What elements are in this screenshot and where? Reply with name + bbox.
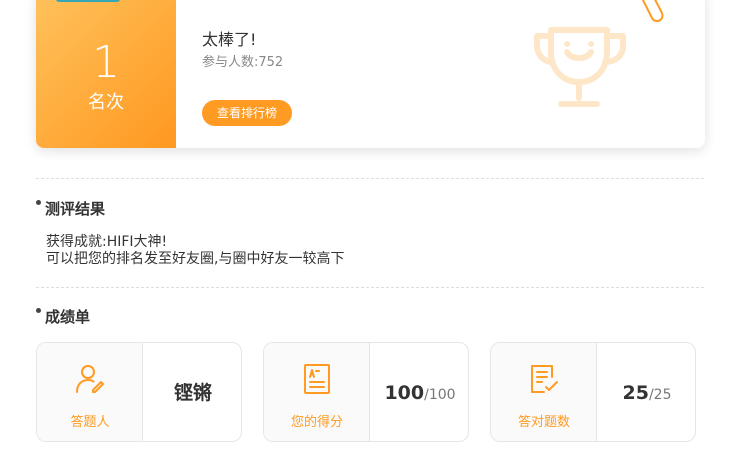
stat-card-right: 铿锵 xyxy=(143,343,241,441)
stat-max: /25 xyxy=(648,387,672,403)
report-section-title: 成绩单 xyxy=(36,306,90,327)
stat-card-left: 答题人 xyxy=(37,343,143,441)
stat-label: 您的得分 xyxy=(290,415,343,430)
score-sheet-icon xyxy=(304,364,330,394)
divider xyxy=(36,287,704,288)
rank-number: 1 xyxy=(92,37,120,88)
rank-tab xyxy=(56,0,120,2)
stat-label: 答对题数 xyxy=(517,415,570,430)
achievement-line: 获得成就:HIFI大神! xyxy=(46,234,168,250)
participants-label: 参与人数: xyxy=(202,55,259,70)
stat-max: /100 xyxy=(424,387,456,403)
stat-card-correct: 答对题数 25/25 xyxy=(490,342,696,442)
rank-message: 太棒了! xyxy=(202,30,257,49)
stat-card-left: 您的得分 xyxy=(264,343,370,441)
view-leaderboard-button[interactable]: 查看排行榜 xyxy=(202,100,292,126)
participants-count: 参与人数:752 xyxy=(202,51,283,70)
user-edit-icon xyxy=(76,365,104,393)
share-hint-line: 可以把您的排名发至好友圈,与圈中好友一较高下 xyxy=(46,251,345,267)
stat-label: 答题人 xyxy=(70,415,110,430)
rank-card: 1 名次 太棒了! 参与人数:752 查看排行榜 xyxy=(36,0,705,148)
rank-unit: 名次 xyxy=(88,92,124,113)
stat-card-respondent: 答题人 铿锵 xyxy=(36,342,242,442)
bullet-icon xyxy=(36,200,41,205)
stat-value: 铿锵 xyxy=(173,382,212,404)
divider xyxy=(36,178,704,179)
results-title: 测评结果 xyxy=(45,200,106,218)
stat-value: 25 xyxy=(622,382,649,404)
results-text: 获得成就:HIFI大神! 可以把您的排名发至好友圈,与圈中好友一较高下 xyxy=(46,234,344,268)
stat-card-right: 25/25 xyxy=(597,343,695,441)
stat-card-score: 您的得分 100/100 xyxy=(263,342,469,442)
stat-value: 100 xyxy=(384,382,425,404)
participants-value: 752 xyxy=(258,55,284,70)
stat-card-right: 100/100 xyxy=(370,343,468,441)
paperclip-icon xyxy=(641,0,664,22)
results-section-title: 测评结果 xyxy=(36,198,105,219)
checklist-icon xyxy=(531,365,558,393)
bullet-icon xyxy=(36,308,41,313)
trophy-icon xyxy=(534,27,626,107)
report-title: 成绩单 xyxy=(45,308,91,326)
stat-card-left: 答对题数 xyxy=(491,343,597,441)
rank-badge: 1 名次 xyxy=(36,0,176,148)
